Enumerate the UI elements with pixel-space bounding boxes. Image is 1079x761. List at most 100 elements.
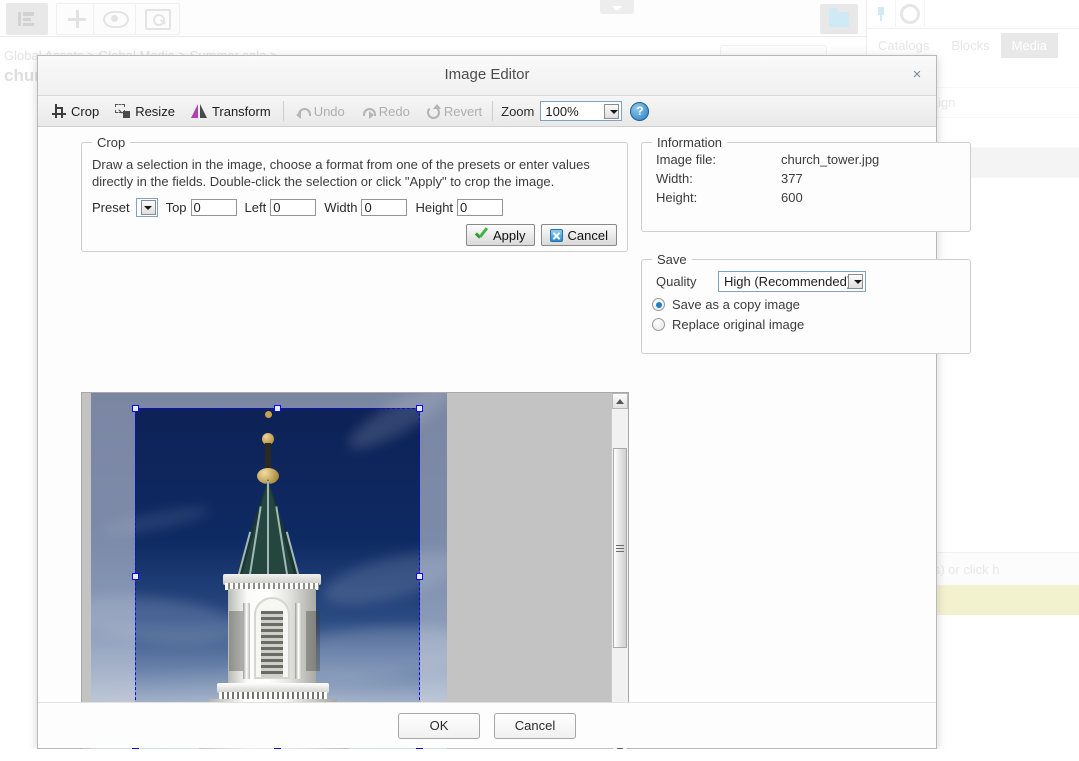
eye-icon: [102, 10, 129, 28]
quality-select[interactable]: High (Recommended): [718, 271, 866, 292]
info-key-width: Width:: [656, 171, 693, 186]
zoom-value: 100%: [545, 103, 579, 119]
info-key-file: Image file:: [656, 152, 716, 167]
close-icon[interactable]: ×: [909, 67, 925, 83]
apply-button[interactable]: Apply: [466, 224, 535, 246]
view-button[interactable]: [93, 3, 137, 35]
crop-cancel-button[interactable]: Cancel: [540, 224, 617, 246]
info-value-width: 377: [781, 171, 803, 186]
dialog-title: Image Editor: [444, 66, 530, 83]
save-copy-option[interactable]: Save as a copy image: [642, 292, 970, 312]
ok-button[interactable]: OK: [398, 712, 480, 739]
undo-button[interactable]: Undo: [288, 102, 353, 121]
settings-button[interactable]: [896, 0, 925, 27]
transform-tool-button[interactable]: Transform: [183, 102, 279, 121]
width-label: Width: [324, 200, 358, 215]
top-input[interactable]: [190, 199, 237, 216]
bottom-strip: [0, 749, 1079, 761]
tab-media[interactable]: Media: [1000, 33, 1059, 58]
crop-handle-ne[interactable]: [416, 405, 423, 412]
top-label: Top: [165, 200, 187, 215]
crop-tool-button[interactable]: Crop: [44, 102, 107, 121]
apply-label: Apply: [493, 227, 526, 243]
crop-tool-label: Crop: [71, 103, 100, 119]
crop-description: Draw a selection in the image, choose a …: [92, 157, 590, 189]
width-input[interactable]: [361, 199, 408, 216]
pin-icon: [876, 6, 886, 21]
crop-handle-e[interactable]: [416, 573, 423, 580]
toolbar-divider-1: [282, 101, 284, 121]
resize-tool-button[interactable]: Resize: [107, 102, 183, 121]
crop-selection[interactable]: [135, 408, 420, 745]
dialog-titlebar[interactable]: Image Editor ×: [38, 56, 936, 96]
crop-handle-w[interactable]: [132, 573, 139, 580]
crop-panel: Crop Draw a selection in the image, choo…: [81, 135, 628, 252]
pin-button[interactable]: [867, 0, 896, 27]
editor-toolbar: Crop Resize Transform Undo Redo Revert Z…: [38, 96, 936, 127]
image-editor-dialog: Image Editor × Crop Resize Transform Und…: [37, 55, 971, 758]
undo-label: Undo: [313, 103, 345, 119]
toolbar-divider-2: [492, 101, 494, 121]
dialog-body: Crop Draw a selection in the image, choo…: [38, 127, 971, 758]
crop-handle-nw[interactable]: [132, 405, 139, 412]
undo-icon: [295, 106, 311, 119]
chevron-down-icon[interactable]: [140, 200, 156, 215]
information-panel-legend: Information: [657, 135, 723, 150]
redo-label: Redo: [378, 103, 410, 119]
revert-button[interactable]: Revert: [418, 102, 490, 121]
background-toolbar: [0, 0, 872, 71]
dialog-footer: OK Cancel: [38, 702, 936, 748]
redo-button[interactable]: Redo: [353, 102, 418, 121]
crop-panel-legend: Crop: [97, 135, 126, 150]
save-panel: Save Quality High (Recommended) Save as …: [641, 252, 971, 354]
chevron-down-icon[interactable]: [848, 274, 863, 289]
quality-row: Quality High (Recommended): [642, 267, 970, 292]
info-row-width: Width: 377: [642, 169, 970, 188]
replace-original-label: Replace original image: [672, 317, 805, 332]
revert-label: Revert: [443, 103, 483, 119]
redo-icon: [361, 106, 376, 119]
crop-icon: [52, 104, 66, 118]
chevron-down-icon[interactable]: [600, 0, 634, 14]
folder-icon: [829, 7, 849, 27]
preset-select[interactable]: [135, 198, 158, 217]
revert-icon: [426, 103, 441, 119]
replace-original-option[interactable]: Replace original image: [642, 312, 970, 332]
left-input[interactable]: [270, 199, 317, 216]
add-button[interactable]: [56, 3, 98, 35]
tree-toggle-button[interactable]: [6, 3, 48, 35]
radio-replace-original[interactable]: [652, 318, 665, 331]
info-key-height: Height:: [656, 190, 698, 205]
height-input[interactable]: [457, 199, 504, 216]
chevron-down-icon[interactable]: [604, 104, 620, 119]
scroll-up-icon[interactable]: [612, 393, 628, 409]
crop-actions: Apply Cancel: [82, 217, 627, 246]
tab-blocks[interactable]: Blocks: [940, 33, 1000, 58]
grip-icon: [616, 544, 624, 552]
tree-icon: [18, 12, 36, 26]
preview-button[interactable]: [135, 3, 180, 35]
screen: Global Assets > Global Media > Summer sa…: [0, 0, 1079, 761]
crop-handle-n[interactable]: [274, 405, 281, 412]
plus-icon: [68, 10, 86, 28]
crop-fields-row: Preset Top Left Width Height: [82, 190, 627, 217]
radio-save-copy[interactable]: [652, 298, 665, 311]
info-row-height: Height: 600: [642, 188, 970, 207]
height-label: Height: [415, 200, 454, 215]
information-panel: Information Image file: church_tower.jpg…: [641, 135, 971, 232]
resize-tool-label: Resize: [135, 103, 175, 119]
scrollbar-thumb[interactable]: [613, 448, 627, 648]
zoom-select[interactable]: 100%: [540, 101, 623, 121]
info-row-file: Image file: church_tower.jpg: [642, 150, 970, 169]
crop-cancel-label: Cancel: [567, 227, 608, 243]
preset-label: Preset: [92, 200, 130, 215]
assets-panel-tabs: Catalogs Blocks Media: [867, 28, 1079, 58]
transform-tool-label: Transform: [211, 103, 271, 119]
save-copy-label: Save as a copy image: [672, 297, 800, 312]
dialog-cancel-button[interactable]: Cancel: [494, 712, 576, 739]
gear-icon: [900, 3, 920, 24]
folder-button[interactable]: [820, 4, 858, 34]
quality-value: High (Recommended): [724, 274, 852, 289]
help-button[interactable]: ?: [630, 101, 650, 121]
resize-icon: [115, 104, 131, 118]
